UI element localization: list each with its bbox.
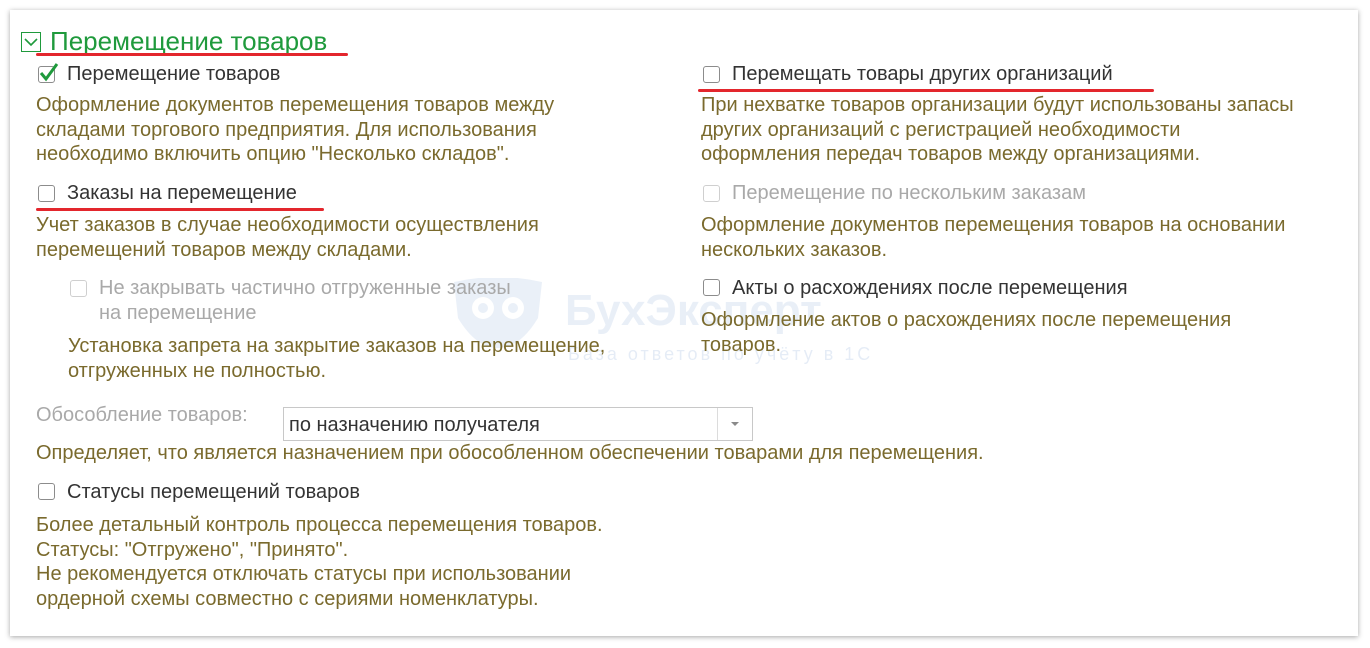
other-orgs-checkbox[interactable]	[703, 66, 720, 83]
statuses-checkbox[interactable]	[38, 483, 55, 500]
statuses-description: Более детальный контроль процесса переме…	[36, 514, 603, 610]
discrepancy-acts-checkbox[interactable]	[703, 279, 720, 296]
transfer-orders-label[interactable]: Заказы на перемещение	[67, 181, 297, 205]
move-goods-label[interactable]: Перемещение товаров	[67, 62, 280, 86]
section-title: Перемещение товаров	[50, 26, 328, 56]
multiple-orders-description: Оформление документов перемещения товаро…	[701, 214, 1286, 261]
discrepancy-acts-description: Оформление актов о расхождениях после пе…	[701, 309, 1232, 356]
highlight-underline	[698, 89, 1154, 92]
isolation-description: Определяет, что является назначением при…	[36, 442, 984, 464]
multiple-orders-label[interactable]: Перемещение по нескольким заказам	[732, 181, 1086, 205]
statuses-label[interactable]: Статусы перемещений товаров	[67, 480, 360, 504]
move-goods-description: Оформление документов перемещения товаро…	[36, 94, 555, 165]
not-close-partial-label[interactable]: Не закрывать частично отгруженные заказы…	[99, 276, 511, 326]
isolation-label: Обособление товаров:	[36, 404, 248, 426]
isolation-select-value: по назначению получателя	[289, 414, 540, 436]
isolation-select[interactable]: по назначению получателя	[283, 407, 753, 441]
dropdown-button[interactable]	[717, 408, 752, 440]
move-goods-checkbox[interactable]	[38, 63, 59, 83]
highlight-underline	[36, 208, 324, 211]
multiple-orders-checkbox[interactable]	[703, 185, 720, 202]
checkmark-icon	[39, 63, 59, 82]
transfer-orders-description: Учет заказов в случае необходимости осущ…	[36, 214, 539, 261]
section-collapse-toggle[interactable]	[21, 32, 41, 52]
dropdown-arrow-icon	[731, 422, 739, 426]
not-close-partial-checkbox[interactable]	[70, 280, 87, 297]
not-close-partial-description: Установка запрета на закрытие заказов на…	[68, 335, 606, 382]
highlight-underline	[36, 53, 348, 56]
settings-panel: БухЭксперт База ответов по учёту в 1С Пе…	[10, 10, 1358, 636]
transfer-orders-checkbox[interactable]	[38, 185, 55, 202]
discrepancy-acts-label[interactable]: Акты о расхождениях после перемещения	[732, 276, 1128, 300]
chevron-down-icon	[24, 38, 38, 47]
other-orgs-label[interactable]: Перемещать товары других организаций	[732, 62, 1113, 86]
other-orgs-description: При нехватке товаров организации будут и…	[701, 94, 1294, 165]
